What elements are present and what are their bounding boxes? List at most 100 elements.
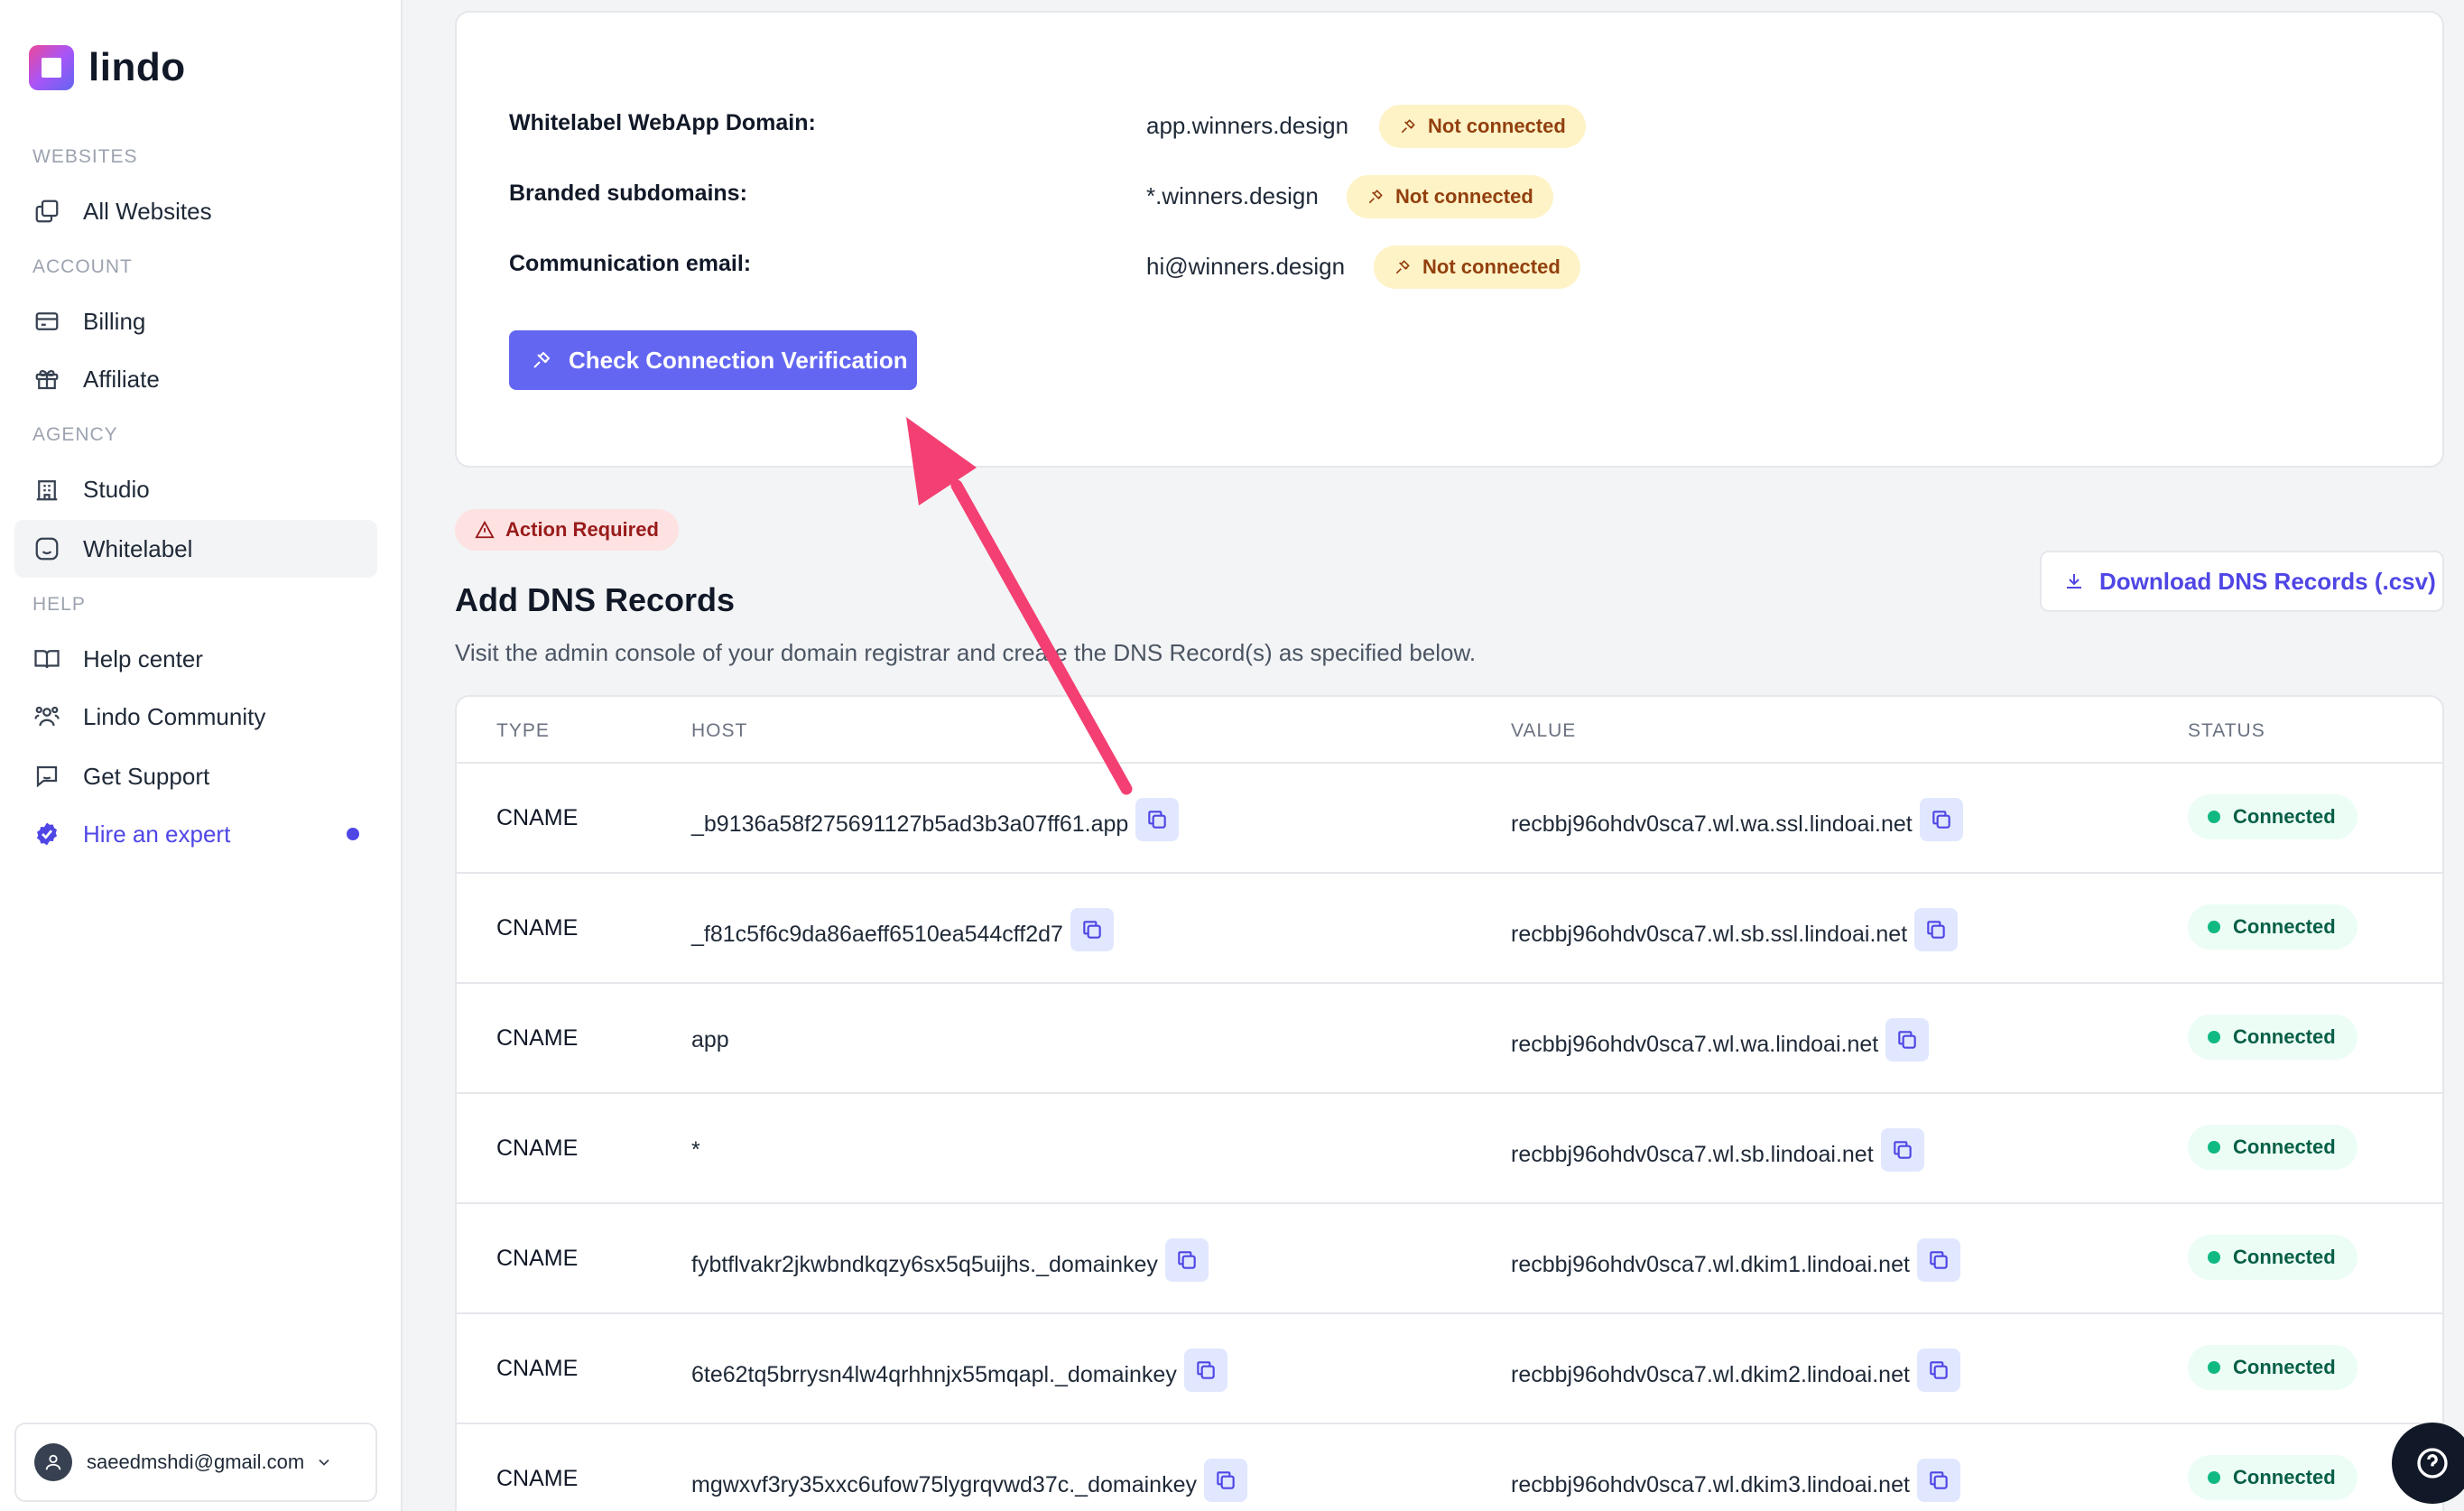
action-required-text: Action Required [505, 518, 659, 541]
record-host: fybtflvakr2jkwbndkqzy6sx5q5uijhs._domain… [691, 1238, 1209, 1282]
status-text: Connected [2233, 915, 2336, 938]
smiley-icon [32, 534, 61, 563]
sidebar-item-label: Lindo Community [83, 702, 266, 730]
status-text: Connected [2233, 1136, 2336, 1158]
branded-subdomains-label: Branded subdomains: [509, 181, 747, 206]
record-type: CNAME [496, 1466, 579, 1491]
sidebar-item-affiliate[interactable]: Affiliate [14, 350, 377, 408]
section-account: ACCOUNT [32, 256, 133, 277]
record-host: mgwxvf3ry35xxc6ufow75lygrqvwd37c._domain… [691, 1459, 1247, 1502]
copy-host-button[interactable] [1204, 1459, 1247, 1502]
sidebar-item-studio[interactable]: Studio [14, 460, 377, 518]
record-value: recbbj96ohdv0sca7.wl.dkim2.lindoai.net [1511, 1349, 1960, 1392]
sidebar-item-billing[interactable]: Billing [14, 292, 377, 350]
copy-value-button[interactable] [1914, 908, 1959, 951]
action-required-badge: Action Required [455, 509, 679, 551]
sidebar-item-hire-an-expert[interactable]: Hire an expert [14, 805, 377, 863]
book-icon [32, 644, 61, 673]
status-badge: Connected [2188, 1345, 2357, 1390]
copy-value-button[interactable] [1916, 1349, 1960, 1392]
record-value: recbbj96ohdv0sca7.wl.sb.lindoai.net [1511, 1128, 1924, 1172]
table-row: CNAME _f81c5f6c9da86aeff6510ea544cff2d7 re… [457, 872, 2442, 982]
record-value: recbbj96ohdv0sca7.wl.sb.ssl.lindoai.net [1511, 908, 1959, 951]
copy-icon [1194, 1358, 1218, 1382]
table-row: CNAME * recbbj96ohdv0sca7.wl.sb.lindoai.ne… [457, 1092, 2442, 1202]
check-connection-button[interactable]: Check Connection Verification [509, 330, 917, 390]
table-row: CNAME app recbbj96ohdv0sca7.wl.wa.lindoai.… [457, 982, 2442, 1092]
status-dot [2208, 921, 2220, 933]
user-menu[interactable]: saeedmshdi@gmail.com [14, 1423, 377, 1502]
status-text: Connected [2233, 1025, 2336, 1048]
copy-host-button[interactable] [1135, 798, 1180, 841]
record-host: 6te62tq5brrysn4lw4qrhhnjx55mqapl._domain… [691, 1349, 1227, 1392]
record-value-text: recbbj96ohdv0sca7.wl.dkim1.lindoai.net [1511, 1251, 1910, 1277]
logo[interactable]: lindo [29, 45, 186, 90]
copy-value-button[interactable] [1916, 1459, 1960, 1502]
sidebar-item-label: Affiliate [83, 365, 160, 393]
status-badge: Connected [2188, 904, 2357, 950]
record-host-text: _b9136a58f275691127b5ad3b3a07ff61.app [691, 811, 1129, 837]
webapp-domain-value: app.winners.design [1146, 112, 1349, 139]
sidebar-item-whitelabel[interactable]: Whitelabel [14, 520, 377, 578]
communication-email-value: hi@winners.design [1146, 253, 1346, 280]
sidebar-item-lindo-community[interactable]: Lindo Community [14, 688, 377, 746]
copy-icon [1175, 1248, 1199, 1272]
question-icon [2417, 1448, 2448, 1479]
record-type: CNAME [496, 915, 579, 941]
status-badge: Connected [2188, 1235, 2357, 1280]
sidebar-item-help-center[interactable]: Help center [14, 630, 377, 688]
status-badge: Not connected [1347, 175, 1553, 218]
record-type: CNAME [496, 1356, 579, 1381]
record-host: _f81c5f6c9da86aeff6510ea544cff2d7 [691, 908, 1114, 951]
copy-value-button[interactable] [1916, 1238, 1960, 1282]
table-row: CNAME 6te62tq5brrysn4lw4qrhhnjx55mqapl._d… [457, 1312, 2442, 1423]
copy-icon [1930, 808, 1953, 831]
check-connection-label: Check Connection Verification [569, 346, 908, 374]
copy-icon [1145, 808, 1169, 831]
status-text: Connected [2233, 1466, 2336, 1488]
sidebar-item-all-websites[interactable]: All Websites [14, 182, 377, 240]
record-value-text: recbbj96ohdv0sca7.wl.dkim2.lindoai.net [1511, 1361, 1910, 1387]
record-value: recbbj96ohdv0sca7.wl.dkim1.lindoai.net [1511, 1238, 1960, 1282]
table-row: CNAME fybtflvakr2jkwbndkqzy6sx5q5uijhs._d… [457, 1202, 2442, 1312]
copy-value-button[interactable] [1919, 798, 1963, 841]
copy-host-button[interactable] [1164, 1238, 1209, 1282]
status-badge: Connected [2188, 1125, 2357, 1170]
record-host-text: app [691, 1027, 729, 1052]
sidebar-item-get-support[interactable]: Get Support [14, 747, 377, 805]
copy-host-button[interactable] [1070, 908, 1114, 951]
status-dot [2208, 1251, 2220, 1264]
record-host: _b9136a58f275691127b5ad3b3a07ff61.app [691, 798, 1180, 841]
websites-icon [32, 197, 61, 226]
sidebar: lindo WEBSITES All Websites ACCOUNT Bill… [0, 0, 403, 1511]
copy-icon [1891, 1138, 1914, 1162]
app-name: lindo [88, 45, 186, 89]
record-value: recbbj96ohdv0sca7.wl.dkim3.lindoai.net [1511, 1459, 1960, 1502]
status-dot [2208, 1141, 2220, 1154]
record-host-text: mgwxvf3ry35xxc6ufow75lygrqvwd37c._domain… [691, 1471, 1197, 1497]
help-button[interactable] [2392, 1423, 2464, 1504]
credit-card-icon [32, 307, 61, 336]
copy-value-button[interactable] [1885, 1018, 1930, 1061]
status-dot [2208, 1361, 2220, 1374]
dns-records-table: TYPE HOST VALUE STATUS CNAME _b9136a58f27… [455, 695, 2444, 1511]
status-text: Not connected [1395, 185, 1533, 208]
record-host-text: * [691, 1137, 700, 1163]
record-type: CNAME [496, 1136, 579, 1161]
copy-icon [1927, 1248, 1950, 1272]
plug-icon [533, 351, 551, 368]
status-text: Connected [2233, 1356, 2336, 1378]
sidebar-item-label: Whitelabel [83, 534, 193, 562]
record-host-text: _f81c5f6c9da86aeff6510ea544cff2d7 [691, 921, 1063, 947]
annotation-arrow [906, 417, 1133, 795]
notification-dot [347, 828, 359, 840]
download-dns-records-button[interactable]: Download DNS Records (.csv) [2040, 551, 2444, 612]
record-host-text: 6te62tq5brrysn4lw4qrhhnjx55mqapl._domain… [691, 1361, 1177, 1387]
copy-value-button[interactable] [1880, 1128, 1924, 1172]
record-host: * [691, 1137, 700, 1163]
copy-host-button[interactable] [1183, 1349, 1227, 1392]
user-icon [45, 1454, 61, 1470]
communication-email-label: Communication email: [509, 251, 752, 276]
status-badge: Not connected [1374, 246, 1580, 289]
status-dot [2208, 1471, 2220, 1484]
